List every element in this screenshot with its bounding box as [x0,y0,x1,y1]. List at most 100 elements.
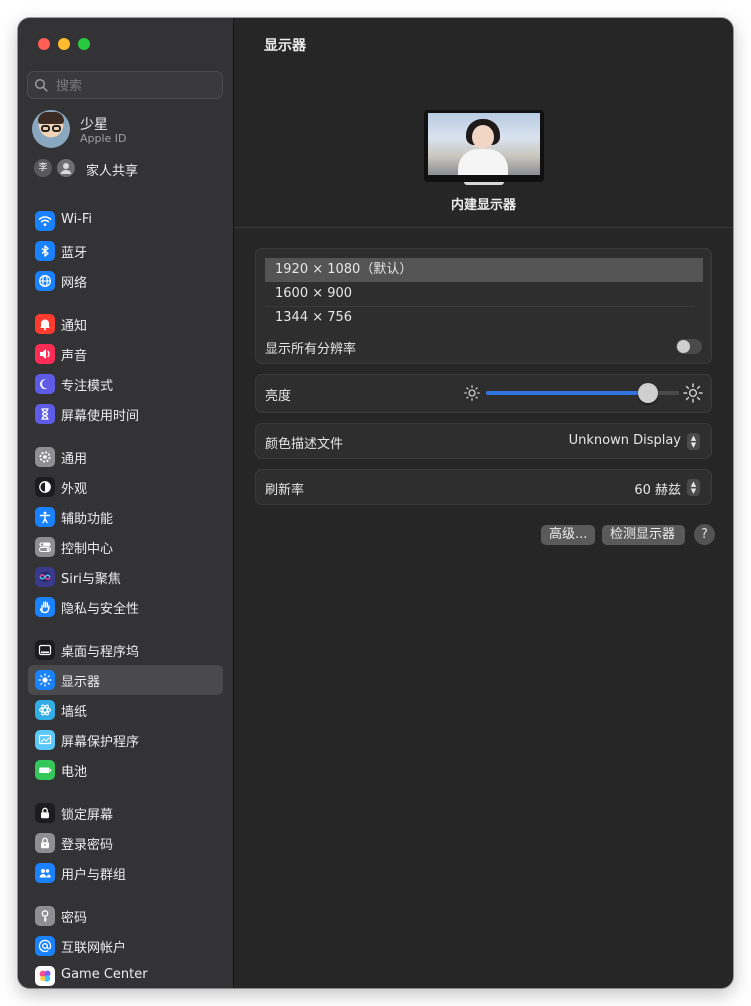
sidebar-item-screensaver[interactable]: 屏幕保护程序 [28,725,223,755]
color-profile-select[interactable]: Unknown Display [569,433,681,448]
sidebar-item-moon[interactable]: 专注模式 [28,369,223,399]
hourglass-icon [35,404,55,424]
resolution-option[interactable]: 1920 × 1080（默认） [265,258,703,282]
sidebar-item-hand[interactable]: 隐私与安全性 [28,592,223,622]
sidebar-item-siri[interactable]: Siri与聚焦 [28,562,223,592]
sidebar-item-globe[interactable]: 网络 [28,266,223,296]
sidebar-item-label: 通知 [61,319,88,334]
main-panel: 显示器 内建显示器 1920 × 1080（默认） 1600 × 900 134… [234,18,733,988]
sidebar-item-at[interactable]: 互联网帐户 [28,931,223,961]
sidebar-item-label: 屏幕使用时间 [61,409,140,424]
sidebar-item-label: 控制中心 [61,542,114,557]
sidebar-item-label: 墙纸 [61,705,88,720]
bell-icon [35,314,55,334]
sidebar-item-label: 屏幕保护程序 [61,735,140,750]
sidebar-item-dock[interactable]: 桌面与程序坞 [28,635,223,665]
siri-icon [35,567,55,587]
color-profile-card: 颜色描述文件 Unknown Display ▲ ▼ [255,423,712,459]
apple-id-profile[interactable]: 少星 Apple ID [32,110,222,150]
detect-displays-button[interactable]: 检测显示器 [602,525,685,545]
sidebar-item-padlock[interactable]: 登录密码 [28,828,223,858]
at-icon [35,936,55,956]
avatar [32,110,70,148]
sidebar-item-users[interactable]: 用户与群组 [28,858,223,888]
monitor-preview [424,110,544,182]
help-button[interactable]: ? [694,524,715,545]
close-button[interactable] [38,38,50,50]
sidebar-item-control-center[interactable]: 控制中心 [28,532,223,562]
key-icon [35,906,55,926]
sidebar-item-brightness[interactable]: 显示器 [28,665,223,695]
sidebar-item-hourglass[interactable]: 屏幕使用时间 [28,399,223,429]
users-icon [35,863,55,883]
profile-subtitle: Apple ID [80,132,127,145]
sidebar-item-label: 专注模式 [61,379,114,394]
sidebar-item-label: 锁定屏幕 [61,808,114,823]
sun-dim-icon [464,385,480,401]
advanced-button[interactable]: 高级... [541,525,595,545]
sidebar-item-accessibility[interactable]: 辅助功能 [28,502,223,532]
color-profile-label: 颜色描述文件 [265,437,344,452]
sidebar-item-wallpaper[interactable]: 墙纸 [28,695,223,725]
resolution-option[interactable]: 1344 × 756 [265,306,703,330]
show-all-resolutions-label: 显示所有分辨率 [265,342,357,357]
settings-window: 少星 Apple ID 李 家人共享 Wi-Fi 蓝牙网络通知声音专注模式屏幕使用… [18,18,733,988]
sidebar-item-label: 登录密码 [61,838,114,853]
search-input[interactable] [54,75,218,97]
sidebar-item-label: 显示器 [61,675,101,690]
brightness-slider[interactable] [486,383,679,403]
refresh-rate-label: 刷新率 [265,483,305,498]
search-field[interactable] [27,71,223,99]
sidebar-item-battery[interactable]: 电池 [28,755,223,785]
sidebar-item-lock[interactable]: 锁定屏幕 [28,798,223,828]
sidebar-item-label: 蓝牙 [61,246,88,261]
toggle-knob [677,340,690,353]
popup-arrows-icon[interactable]: ▲ ▼ [687,479,700,496]
dock-icon [35,640,55,660]
sidebar-item-gear[interactable]: 通用 [28,442,223,472]
sun-bright-icon [683,383,703,403]
minimize-button[interactable] [58,38,70,50]
bluetooth-icon [35,241,55,261]
sidebar: 少星 Apple ID 李 家人共享 Wi-Fi 蓝牙网络通知声音专注模式屏幕使用… [18,18,234,988]
resolution-option[interactable]: 1600 × 900 [265,282,703,306]
family-avatar-1: 李 [34,159,52,177]
lock-icon [35,803,55,823]
speaker-icon [35,344,55,364]
slider-knob[interactable] [638,383,659,403]
family-sharing-item[interactable]: 李 家人共享 [34,157,224,179]
sidebar-item-label: 网络 [61,276,88,291]
moon-icon [35,374,55,394]
sidebar-item-bell[interactable]: 通知 [28,309,223,339]
sidebar-item-label: 声音 [61,349,88,364]
person-icon [60,163,72,174]
sidebar-item-label: 电池 [61,765,88,780]
family-avatar-2 [57,159,75,177]
globe-icon [35,271,55,291]
sidebar-item-wifi[interactable]: Wi-Fi [28,206,223,236]
sidebar-item-speaker[interactable]: 声音 [28,339,223,369]
sidebar-item-bluetooth[interactable]: 蓝牙 [28,236,223,266]
refresh-rate-select[interactable]: 60 赫兹 [634,479,681,498]
resolution-card: 1920 × 1080（默认） 1600 × 900 1344 × 756 显示… [255,248,712,364]
sidebar-item-label: Game Center [61,967,148,982]
sidebar-item-label: 密码 [61,911,88,926]
family-sharing-label: 家人共享 [86,164,139,179]
show-all-resolutions-toggle[interactable] [676,339,702,354]
hand-icon [35,597,55,617]
sidebar-item-label: Wi-Fi [61,212,93,227]
accessibility-icon [35,507,55,527]
sidebar-item-game-center[interactable]: Game Center [28,961,223,988]
sidebar-item-label: 辅助功能 [61,512,114,527]
wallpaper-icon [35,700,55,720]
zoom-button[interactable] [78,38,90,50]
sidebar-item-appearance[interactable]: 外观 [28,472,223,502]
monitor-wallpaper [428,113,540,175]
popup-arrows-icon[interactable]: ▲ ▼ [687,433,700,450]
brightness-card: 亮度 [255,374,712,413]
appearance-icon [35,477,55,497]
search-icon [34,78,48,92]
sidebar-item-label: 隐私与安全性 [61,602,140,617]
battery-icon [35,760,55,780]
sidebar-item-key[interactable]: 密码 [28,901,223,931]
